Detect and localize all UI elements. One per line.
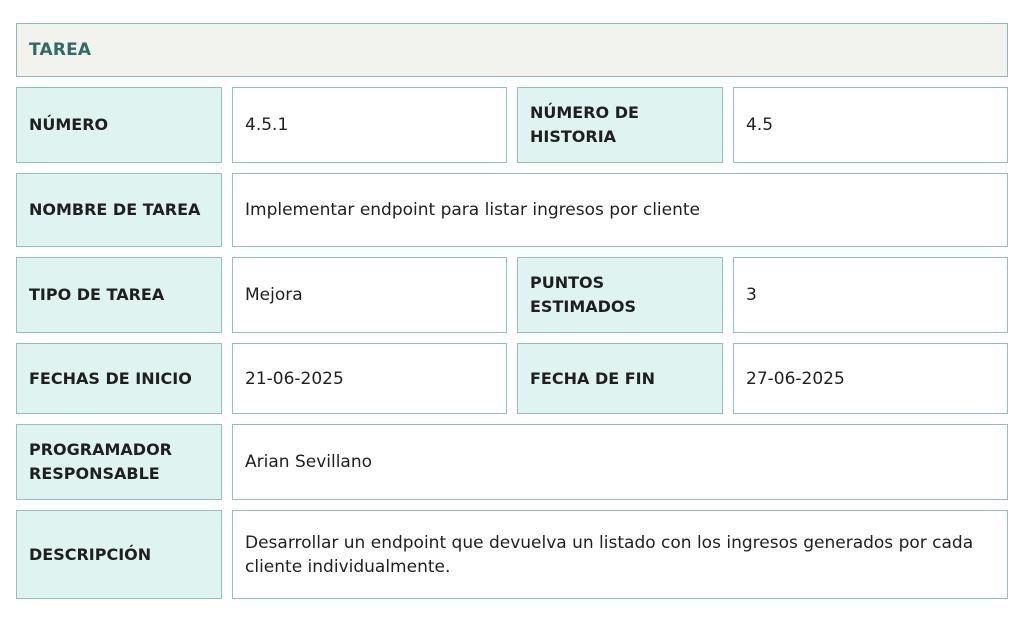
fechas-inicio-value: 21-06-2025 — [232, 343, 507, 414]
numero-label: NÚMERO — [16, 87, 222, 163]
programador-value: Arian Sevillano — [232, 424, 1008, 500]
row-nombre-tarea: NOMBRE DE TAREA Implementar endpoint par… — [16, 173, 1008, 247]
tipo-tarea-label: TIPO DE TAREA — [16, 257, 222, 333]
row-programador: PROGRAMADOR RESPONSABLE Arian Sevillano — [16, 424, 1008, 500]
numero-historia-value: 4.5 — [733, 87, 1008, 163]
row-descripcion: DESCRIPCIÓN Desarrollar un endpoint que … — [16, 510, 1008, 599]
puntos-estimados-value: 3 — [733, 257, 1008, 333]
row-tipo-tarea: TIPO DE TAREA Mejora PUNTOS ESTIMADOS 3 — [16, 257, 1008, 333]
descripcion-label: DESCRIPCIÓN — [16, 510, 222, 599]
nombre-tarea-label: NOMBRE DE TAREA — [16, 173, 222, 247]
fecha-fin-label: FECHA DE FIN — [517, 343, 723, 414]
task-header: TAREA — [16, 23, 1008, 77]
descripcion-value: Desarrollar un endpoint que devuelva un … — [232, 510, 1008, 599]
numero-historia-label: NÚMERO DE HISTORIA — [517, 87, 723, 163]
numero-value: 4.5.1 — [232, 87, 507, 163]
puntos-estimados-label: PUNTOS ESTIMADOS — [517, 257, 723, 333]
row-numero: NÚMERO 4.5.1 NÚMERO DE HISTORIA 4.5 — [16, 87, 1008, 163]
task-card: TAREA NÚMERO 4.5.1 NÚMERO DE HISTORIA 4.… — [16, 23, 1008, 609]
fechas-inicio-label: FECHAS DE INICIO — [16, 343, 222, 414]
task-header-title: TAREA — [29, 40, 92, 60]
row-fechas: FECHAS DE INICIO 21-06-2025 FECHA DE FIN… — [16, 343, 1008, 414]
fecha-fin-value: 27-06-2025 — [733, 343, 1008, 414]
nombre-tarea-value: Implementar endpoint para listar ingreso… — [232, 173, 1008, 247]
programador-label: PROGRAMADOR RESPONSABLE — [16, 424, 222, 500]
tipo-tarea-value: Mejora — [232, 257, 507, 333]
